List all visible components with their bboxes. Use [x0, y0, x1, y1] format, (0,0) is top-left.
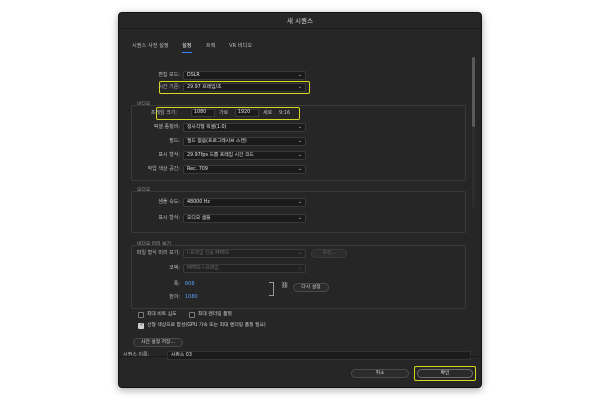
scrollbar-thumb[interactable] [472, 57, 475, 127]
frame-height-input[interactable]: 1920 [235, 109, 259, 117]
audio-display-format-dropdown[interactable]: 오디오 샘플 ⌄ [183, 214, 306, 223]
sample-rate-label: 샘플 속도: [158, 199, 180, 205]
max-bit-depth-checkbox[interactable] [138, 312, 144, 318]
preview-width-label: 폭: [173, 281, 180, 287]
editing-mode-dropdown[interactable]: DSLR ⌄ [183, 71, 306, 80]
color-space-value: Rec. 709 [187, 167, 208, 172]
max-render-quality-label: 최대 렌더링 품질 [198, 312, 232, 317]
pixel-aspect-value: 정사각형 픽셀(1.0) [187, 125, 227, 130]
dialog-title: 새 시퀀스 [119, 13, 481, 29]
pixel-aspect-dropdown[interactable]: 정사각형 픽셀(1.0) ⌄ [183, 123, 306, 132]
sequence-name-label: 시퀀스 이름: [123, 352, 150, 358]
video-display-format-label: 표시 형식: [158, 152, 180, 158]
editing-mode-value: DSLR [187, 73, 200, 78]
new-sequence-dialog: 새 시퀀스 시퀀스 사전 설정 설정 트랙 VR 비디오 편집 모드: DSLR… [118, 12, 482, 388]
video-display-format-dropdown[interactable]: 29.97fps 드롭 프레임 시간 코드 ⌄ [183, 151, 306, 160]
editing-mode-label: 편집 모드: [158, 72, 180, 78]
tab-sequence-presets[interactable]: 시퀀스 사전 설정 [132, 41, 169, 51]
max-render-quality-checkbox[interactable] [189, 312, 195, 318]
aspect-ratio-readout: 9:16 [279, 110, 291, 116]
frame-size-label: 프레임 크기: [150, 110, 177, 116]
tab-tracks[interactable]: 트랙 [206, 41, 216, 51]
preview-height-value[interactable]: 1080 [185, 293, 198, 301]
timebase-value: 29.97 프레임/초 [187, 85, 222, 90]
frame-height-label: 세로 [263, 110, 273, 116]
linear-color-label: 선형 색상으로 합성(GPU 가속 또는 최대 렌더링 품질 필요) [147, 323, 266, 328]
preview-width-value[interactable]: 608 [185, 280, 195, 288]
tab-vr-video[interactable]: VR 비디오 [229, 41, 252, 51]
chevron-down-icon: ⌄ [297, 124, 302, 130]
frame-width-input[interactable]: 1080 [191, 109, 215, 117]
chevron-down-icon: ⌄ [297, 215, 302, 221]
configure-button[interactable]: 구성... [311, 249, 347, 258]
chevron-down-icon: ⌄ [297, 152, 302, 158]
ok-button[interactable]: 확인 [417, 369, 473, 378]
audio-display-format-value: 오디오 샘플 [187, 216, 211, 221]
color-space-dropdown[interactable]: Rec. 709 ⌄ [183, 165, 306, 174]
video-display-format-value: 29.97fps 드롭 프레임 시간 코드 [187, 153, 254, 158]
fields-value: 필드 없음(프로그레시브 스캔) [187, 139, 247, 144]
timebase-label: 시간 기준: [158, 84, 180, 90]
chevron-down-icon: ⌄ [297, 84, 302, 90]
codec-label: 코덱: [169, 265, 180, 271]
link-icon[interactable]: ⛓ [281, 282, 289, 289]
fields-dropdown[interactable]: 필드 없음(프로그레시브 스캔) ⌄ [183, 137, 306, 146]
fields-label: 필드: [169, 138, 180, 144]
chevron-down-icon: ⌄ [297, 72, 302, 78]
chevron-down-icon: ⌄ [297, 250, 302, 256]
footer-divider [119, 356, 481, 357]
sample-rate-dropdown[interactable]: 48000 Hz ⌄ [183, 198, 306, 207]
chevron-down-icon: ⌄ [297, 138, 302, 144]
link-bracket [269, 282, 274, 296]
chevron-down-icon: ⌄ [297, 265, 302, 271]
pixel-aspect-label: 픽셀 종횡비: [153, 124, 180, 130]
sample-rate-value: 48000 Hz [187, 200, 210, 205]
cancel-button[interactable]: 취소 [351, 369, 409, 378]
frame-width-label: 가로 [219, 110, 229, 116]
reset-button[interactable]: 다시 설정 [293, 283, 329, 292]
preview-file-format-label: 파일 형식 미리 보기: [136, 250, 180, 256]
settings-scroll-area[interactable]: 편집 모드: DSLR ⌄ 시간 기준: 29.97 프레임/초 ⌄ 비디오 프… [123, 53, 468, 348]
save-preset-button[interactable]: 사전 설정 저장... [133, 338, 183, 347]
max-bit-depth-label: 최대 비트 심도 [147, 312, 177, 317]
codec-dropdown[interactable]: MPEG I-프레임 ⌄ [183, 264, 306, 273]
chevron-down-icon: ⌄ [297, 166, 302, 172]
scrollbar[interactable] [472, 57, 475, 207]
linear-color-checkbox[interactable] [138, 322, 144, 329]
preview-height-label: 높이: [169, 294, 180, 300]
preview-file-format-value: I-프레임 전용 MPEG [187, 251, 230, 256]
timebase-dropdown[interactable]: 29.97 프레임/초 ⌄ [183, 83, 306, 92]
codec-value: MPEG I-프레임 [187, 266, 219, 271]
tab-settings[interactable]: 설정 [182, 41, 192, 53]
audio-display-format-label: 표시 형식: [158, 215, 180, 221]
chevron-down-icon: ⌄ [297, 199, 302, 205]
color-space-label: 작업 색상 공간: [147, 166, 180, 172]
preview-file-format-dropdown[interactable]: I-프레임 전용 MPEG ⌄ [183, 249, 306, 258]
